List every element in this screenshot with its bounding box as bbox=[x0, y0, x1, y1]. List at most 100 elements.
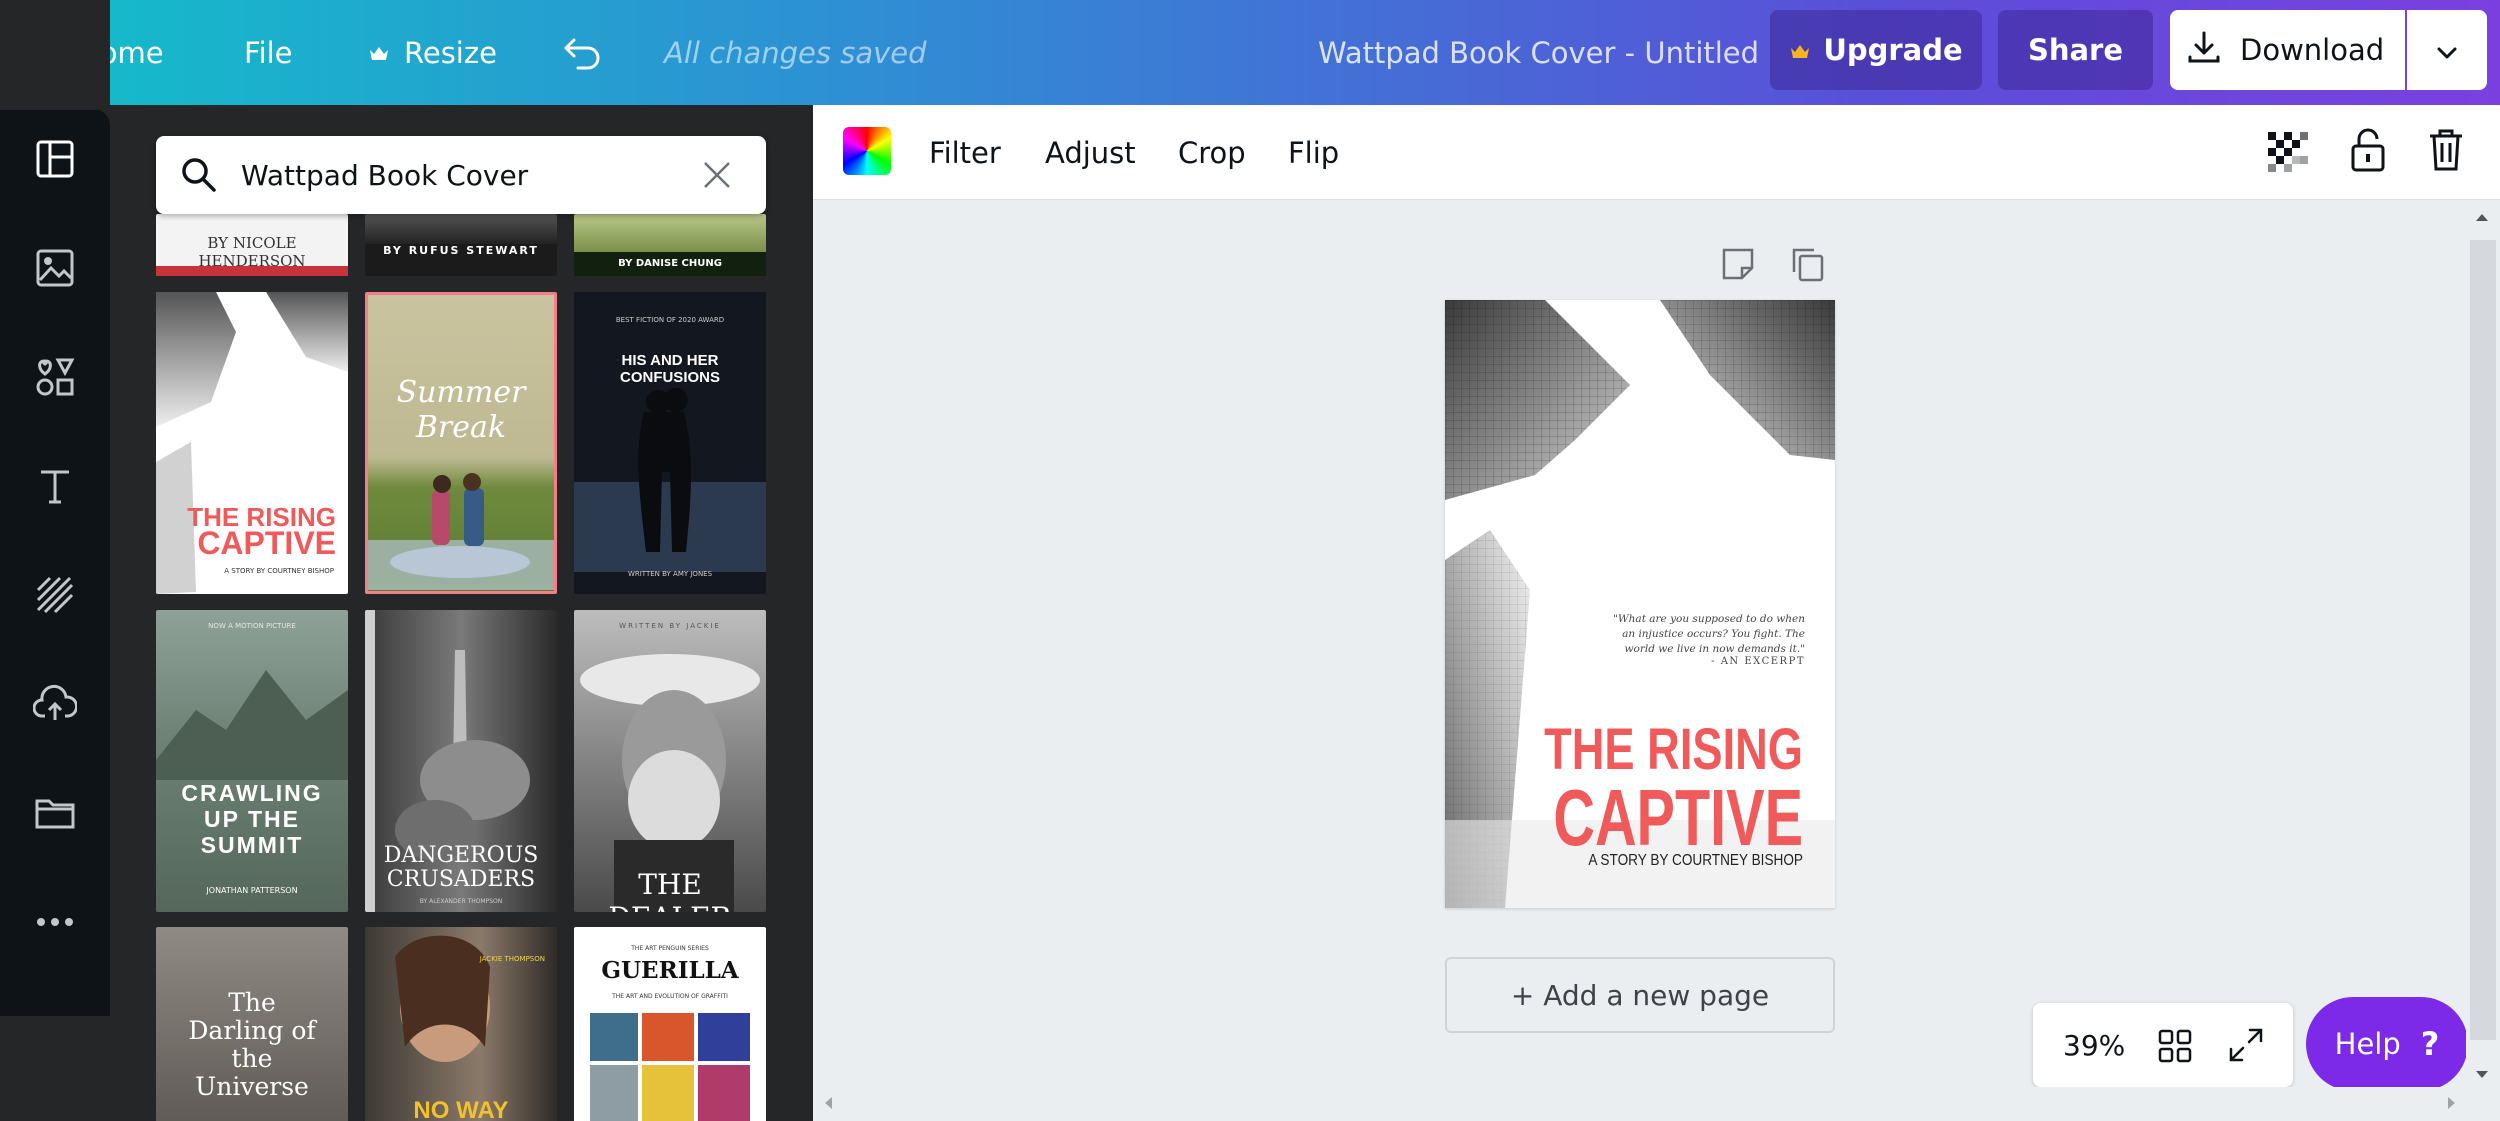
template-thumbnail[interactable]: BEST FICTION OF 2020 AWARD HIS AND HER C… bbox=[574, 292, 766, 594]
template-stripe bbox=[156, 266, 348, 276]
template-award: BEST FICTION OF 2020 AWARD bbox=[615, 316, 725, 324]
template-tagline: WRITTEN BY JACKIE bbox=[619, 622, 721, 630]
undo-icon bbox=[562, 36, 602, 70]
template-title: Summer Break bbox=[396, 375, 526, 445]
share-button[interactable]: Share bbox=[1998, 10, 2153, 90]
template-image bbox=[574, 214, 766, 252]
template-byline: WRITTEN BY AMY JONES bbox=[627, 570, 713, 578]
download-button[interactable]: Download bbox=[2170, 10, 2405, 90]
template-thumbnail[interactable]: JACKIE THOMPSON NO WAY bbox=[365, 927, 557, 1121]
template-series: THE ART PENGUIN SERIES bbox=[631, 945, 709, 952]
design-page[interactable]: "What are you supposed to do when an inj… bbox=[1445, 300, 1835, 908]
color-picker-button[interactable] bbox=[843, 127, 891, 175]
download-options-button[interactable] bbox=[2407, 10, 2487, 90]
author-line[interactable]: A STORY BY COURTNEY BISHOP bbox=[1499, 852, 1803, 870]
book-title-line2: CAPTIVE bbox=[1553, 773, 1803, 862]
filter-button[interactable]: Filter bbox=[929, 105, 1001, 200]
template-title: NO WAY bbox=[413, 1097, 509, 1121]
template-title: DANGEROUS CRUSADERS bbox=[383, 843, 539, 892]
template-title: The Darling of the Universe bbox=[188, 988, 316, 1101]
resize-label: Resize bbox=[404, 35, 497, 70]
search-input[interactable]: Wattpad Book Cover bbox=[156, 136, 766, 214]
template-byline: BY RUFUS STEWART bbox=[383, 244, 539, 257]
search-value: Wattpad Book Cover bbox=[241, 158, 529, 192]
document-title[interactable]: Wattpad Book Cover - Untitled bbox=[1318, 0, 1759, 105]
crown-icon bbox=[1789, 33, 1811, 67]
template-subtitle: THE ART AND EVOLUTION OF GRAFFITI bbox=[612, 993, 728, 1000]
template-thumbnail[interactable]: The Darling of the Universe bbox=[156, 927, 348, 1121]
photos-icon[interactable] bbox=[27, 240, 83, 296]
template-thumbnail[interactable]: BY DANISE CHUNG bbox=[574, 214, 766, 276]
template-thumbnail-selected[interactable]: Summer Break bbox=[365, 292, 557, 594]
question-mark-icon: ? bbox=[2420, 1025, 2440, 1063]
clear-search-icon[interactable] bbox=[702, 160, 732, 194]
text-icon[interactable] bbox=[27, 458, 83, 514]
couple-image bbox=[368, 473, 554, 590]
add-page-button[interactable]: + Add a new page bbox=[1445, 957, 1835, 1033]
add-note-icon[interactable] bbox=[1718, 244, 1758, 284]
upgrade-button[interactable]: Upgrade bbox=[1770, 10, 1982, 90]
template-image bbox=[365, 214, 557, 244]
help-button[interactable]: Help ? bbox=[2306, 997, 2468, 1091]
uploads-icon[interactable] bbox=[27, 676, 83, 732]
template-byline: BY ALEXANDER THOMPSON bbox=[419, 898, 503, 905]
template-byline: JONATHAN PATTERSON bbox=[206, 886, 298, 895]
book-title-line1: THE RISING bbox=[1544, 717, 1803, 782]
cowboy-portrait-image bbox=[580, 654, 760, 912]
crown-icon bbox=[368, 44, 390, 62]
template-thumbnail[interactable]: DANGEROUS CRUSADERS BY ALEXANDER THOMPSO… bbox=[365, 610, 557, 912]
help-label: Help bbox=[2334, 1027, 2401, 1061]
fullscreen-icon[interactable] bbox=[2228, 1027, 2264, 1070]
scroll-up-icon[interactable] bbox=[2474, 208, 2490, 227]
elements-icon[interactable] bbox=[27, 349, 83, 405]
template-thumbnail[interactable]: BY RUFUS STEWART bbox=[365, 214, 557, 276]
undo-button[interactable] bbox=[562, 0, 602, 105]
template-author: JACKIE THOMPSON bbox=[479, 955, 545, 963]
file-menu[interactable]: File bbox=[244, 0, 293, 105]
template-title: THE DEALER bbox=[608, 868, 731, 912]
template-byline: BY DANISE CHUNG bbox=[618, 258, 722, 269]
upgrade-label: Upgrade bbox=[1823, 33, 1963, 67]
duplicate-page-icon[interactable] bbox=[1788, 244, 1828, 284]
chevron-down-icon bbox=[2436, 33, 2458, 67]
template-title: GUERILLA bbox=[601, 957, 739, 984]
crop-button[interactable]: Crop bbox=[1178, 105, 1246, 200]
template-thumbnail[interactable]: WRITTEN BY JACKIE THE DEALER bbox=[574, 610, 766, 912]
lock-icon[interactable] bbox=[2350, 128, 2386, 176]
template-byline: A STORY BY COURTNEY BISHOP bbox=[224, 567, 334, 575]
adjust-button[interactable]: Adjust bbox=[1045, 105, 1136, 200]
save-status: All changes saved bbox=[664, 35, 927, 70]
zoom-controls: 39% bbox=[2033, 1003, 2293, 1087]
scroll-down-icon[interactable] bbox=[2474, 1066, 2490, 1085]
folder-icon[interactable] bbox=[27, 785, 83, 841]
excerpt-quote[interactable]: "What are you supposed to do when an inj… bbox=[1445, 612, 1805, 657]
transparency-icon[interactable] bbox=[2268, 132, 2308, 176]
scroll-right-icon[interactable] bbox=[2446, 1095, 2458, 1115]
flip-button[interactable]: Flip bbox=[1288, 105, 1339, 200]
zoom-level[interactable]: 39% bbox=[2063, 1029, 2125, 1062]
template-thumbnail[interactable]: NOW A MOTION PICTURE CRAWLING UP THE SUM… bbox=[156, 610, 348, 912]
template-thumbnail[interactable]: THE RISING CAPTIVE A STORY BY COURTNEY B… bbox=[156, 292, 348, 594]
rail-active-tab bbox=[0, 0, 110, 110]
resize-button[interactable]: Resize bbox=[368, 0, 497, 105]
quote-line: world we live in now demands it." bbox=[1624, 643, 1805, 655]
download-label: Download bbox=[2240, 33, 2385, 67]
book-title[interactable]: THE RISING CAPTIVE bbox=[1445, 717, 1803, 862]
template-thumbnail[interactable]: BY NICOLE HENDERSON bbox=[156, 214, 348, 276]
templates-icon[interactable] bbox=[27, 131, 83, 187]
search-icon bbox=[180, 156, 218, 198]
horizontal-scrollbar[interactable] bbox=[813, 1087, 2500, 1121]
mountain-image bbox=[156, 670, 348, 780]
grid-view-icon[interactable] bbox=[2158, 1029, 2192, 1070]
scroll-left-icon[interactable] bbox=[822, 1095, 834, 1115]
backgrounds-icon[interactable] bbox=[27, 567, 83, 623]
vertical-scroll-thumb[interactable] bbox=[2470, 240, 2496, 1040]
excerpt-label[interactable]: - AN EXCERPT bbox=[1445, 656, 1805, 667]
more-icon[interactable] bbox=[27, 894, 83, 950]
graffiti-image bbox=[590, 1013, 750, 1121]
template-title: CRAWLING UP THE SUMMIT bbox=[181, 780, 323, 858]
trash-icon[interactable] bbox=[2428, 128, 2464, 176]
rain-couple-image bbox=[574, 388, 766, 572]
template-thumbnail[interactable]: THE ART PENGUIN SERIES GUERILLA THE ART … bbox=[574, 927, 766, 1121]
template-tagline: NOW A MOTION PICTURE bbox=[208, 622, 296, 630]
